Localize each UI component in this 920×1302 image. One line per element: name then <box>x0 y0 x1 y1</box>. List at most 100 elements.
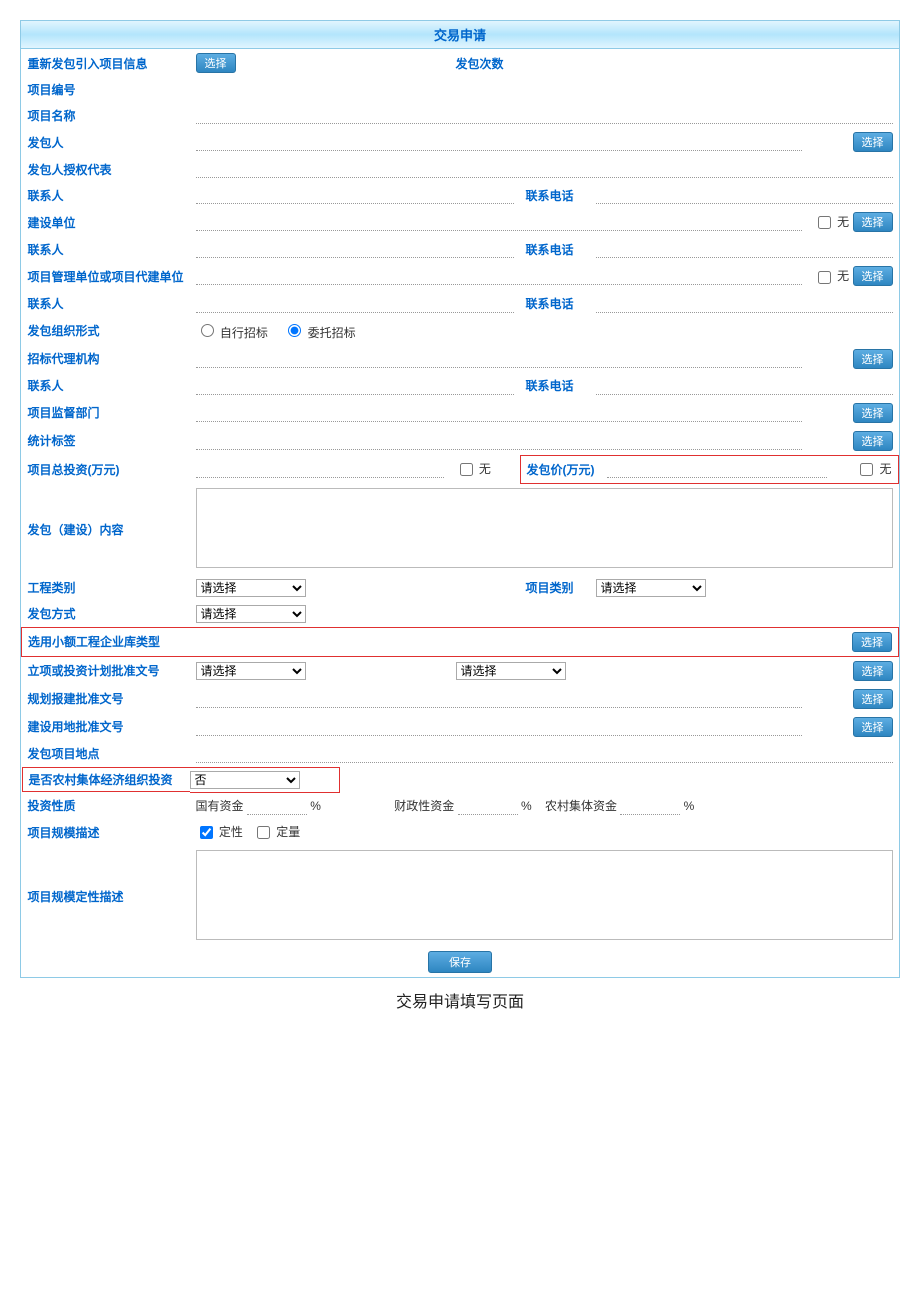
build-unit-none-checkbox[interactable] <box>818 216 831 229</box>
none-text-4: 无 <box>879 462 891 476</box>
select-contract-method[interactable]: 请选择 <box>196 605 306 623</box>
select-approval-doc-button[interactable]: 选择 <box>853 661 893 681</box>
input-stat-tag[interactable] <box>196 432 802 450</box>
label-sender: 发包人 <box>22 128 190 156</box>
quantitative-text: 定量 <box>276 825 300 839</box>
input-agency-phone[interactable] <box>596 377 893 395</box>
contract-price-none-checkbox[interactable] <box>860 463 873 476</box>
input-agency-contact[interactable] <box>196 377 514 395</box>
transaction-apply-form: 交易申请 重新发包引入项目信息 选择 发包次数 项目编号 项目名称 发包人 选 <box>20 20 900 978</box>
input-total-invest[interactable] <box>196 460 444 478</box>
radio-delegate-bid[interactable] <box>288 324 301 337</box>
contract-price-group: 发包价(万元) 无 <box>520 455 899 484</box>
none-text-3: 无 <box>479 462 491 476</box>
label-org-form: 发包组织形式 <box>22 317 190 345</box>
label-sender-contact: 联系人 <box>22 182 190 208</box>
label-contract-price: 发包价(万元) <box>520 455 601 483</box>
total-invest-none-checkbox[interactable] <box>460 463 473 476</box>
rural-fund-label: 农村集体资金 <box>545 799 617 813</box>
check-qualitative[interactable] <box>200 826 213 839</box>
page-caption: 交易申请填写页面 <box>20 988 900 1012</box>
label-build-phone: 联系电话 <box>520 236 590 262</box>
label-pm-unit: 项目管理单位或项目代建单位 <box>22 262 190 290</box>
label-pm-contact: 联系人 <box>22 291 190 317</box>
select-reimport-button[interactable]: 选择 <box>196 53 236 73</box>
input-contract-price[interactable] <box>607 460 827 478</box>
select-pm-unit-button[interactable]: 选择 <box>853 266 893 286</box>
label-rural-collective: 是否农村集体经济组织投资 <box>29 773 173 787</box>
state-fund-label: 国有资金 <box>196 799 244 813</box>
input-fiscal-fund[interactable] <box>458 798 518 815</box>
input-proj-address[interactable] <box>196 745 893 763</box>
input-build-contact[interactable] <box>196 240 514 258</box>
select-approval-doc-2[interactable]: 请选择 <box>456 662 566 680</box>
input-rural-fund[interactable] <box>620 798 680 815</box>
delegate-bid-text: 委托招标 <box>308 326 356 340</box>
label-stat-tag: 统计标签 <box>22 427 190 455</box>
input-bid-agency[interactable] <box>196 350 802 368</box>
none-text-2: 无 <box>837 269 849 283</box>
self-bid-text: 自行招标 <box>220 326 268 340</box>
form-title: 交易申请 <box>21 21 899 49</box>
check-quantitative[interactable] <box>257 826 270 839</box>
label-reimport: 重新发包引入项目信息 <box>22 49 190 77</box>
select-plan-approval-button[interactable]: 选择 <box>853 689 893 709</box>
fiscal-fund-label: 财政性资金 <box>394 799 454 813</box>
input-sender[interactable] <box>196 133 802 151</box>
label-agency-contact: 联系人 <box>22 373 190 399</box>
qualitative-text: 定性 <box>219 825 243 839</box>
select-stat-tag-button[interactable]: 选择 <box>853 431 893 451</box>
select-small-enterprise-button[interactable]: 选择 <box>852 632 892 652</box>
label-sender-auth: 发包人授权代表 <box>22 156 190 182</box>
label-supervision: 项目监督部门 <box>22 399 190 427</box>
label-contract-method: 发包方式 <box>22 601 190 628</box>
input-build-phone[interactable] <box>596 240 893 258</box>
label-build-content: 发包（建设）内容 <box>22 484 190 575</box>
input-pm-phone[interactable] <box>596 295 893 313</box>
label-build-unit: 建设单位 <box>22 208 190 236</box>
none-text-1: 无 <box>837 215 849 229</box>
label-land-approval: 建设用地批准文号 <box>22 713 190 741</box>
select-land-approval-button[interactable]: 选择 <box>853 717 893 737</box>
label-scale-desc: 项目规模描述 <box>22 819 190 846</box>
label-pm-phone: 联系电话 <box>520 291 590 317</box>
select-bid-agency-button[interactable]: 选择 <box>853 349 893 369</box>
label-build-contact: 联系人 <box>22 236 190 262</box>
label-total-invest: 项目总投资(万元) <box>22 455 190 484</box>
pct-3: % <box>684 799 695 813</box>
save-button[interactable]: 保存 <box>428 951 492 973</box>
label-sender-phone: 联系电话 <box>520 182 590 208</box>
input-state-fund[interactable] <box>247 798 307 815</box>
select-approval-doc-1[interactable]: 请选择 <box>196 662 306 680</box>
radio-self-bid[interactable] <box>201 324 214 337</box>
select-supervision-button[interactable]: 选择 <box>853 403 893 423</box>
label-proj-class: 工程类别 <box>22 575 190 601</box>
textarea-build-content[interactable] <box>196 488 893 568</box>
form-table: 重新发包引入项目信息 选择 发包次数 项目编号 项目名称 发包人 选择 <box>21 49 899 977</box>
input-pm-unit[interactable] <box>196 267 802 285</box>
pm-unit-none-checkbox[interactable] <box>818 271 831 284</box>
label-scale-qual-desc: 项目规模定性描述 <box>22 846 190 947</box>
input-land-approval[interactable] <box>196 718 802 736</box>
pct-2: % <box>521 799 532 813</box>
input-build-unit[interactable] <box>196 213 802 231</box>
label-fabao-count: 发包次数 <box>450 49 520 77</box>
select-sender-button[interactable]: 选择 <box>853 132 893 152</box>
label-project-no: 项目编号 <box>22 77 190 102</box>
textarea-scale-qual-desc[interactable] <box>196 850 893 940</box>
input-sender-contact[interactable] <box>196 186 514 204</box>
label-approval-doc: 立项或投资计划批准文号 <box>22 656 190 685</box>
input-supervision[interactable] <box>196 404 802 422</box>
select-rural-collective[interactable]: 否 <box>190 771 300 789</box>
label-agency-phone: 联系电话 <box>520 373 590 399</box>
label-project-name: 项目名称 <box>22 102 190 128</box>
input-plan-approval[interactable] <box>196 690 802 708</box>
select-proj-class[interactable]: 请选择 <box>196 579 306 597</box>
input-sender-phone[interactable] <box>596 186 893 204</box>
label-plan-approval: 规划报建批准文号 <box>22 685 190 713</box>
input-pm-contact[interactable] <box>196 295 514 313</box>
input-project-name[interactable] <box>196 106 893 124</box>
input-sender-auth[interactable] <box>196 160 893 178</box>
select-proj-type[interactable]: 请选择 <box>596 579 706 597</box>
select-build-unit-button[interactable]: 选择 <box>853 212 893 232</box>
